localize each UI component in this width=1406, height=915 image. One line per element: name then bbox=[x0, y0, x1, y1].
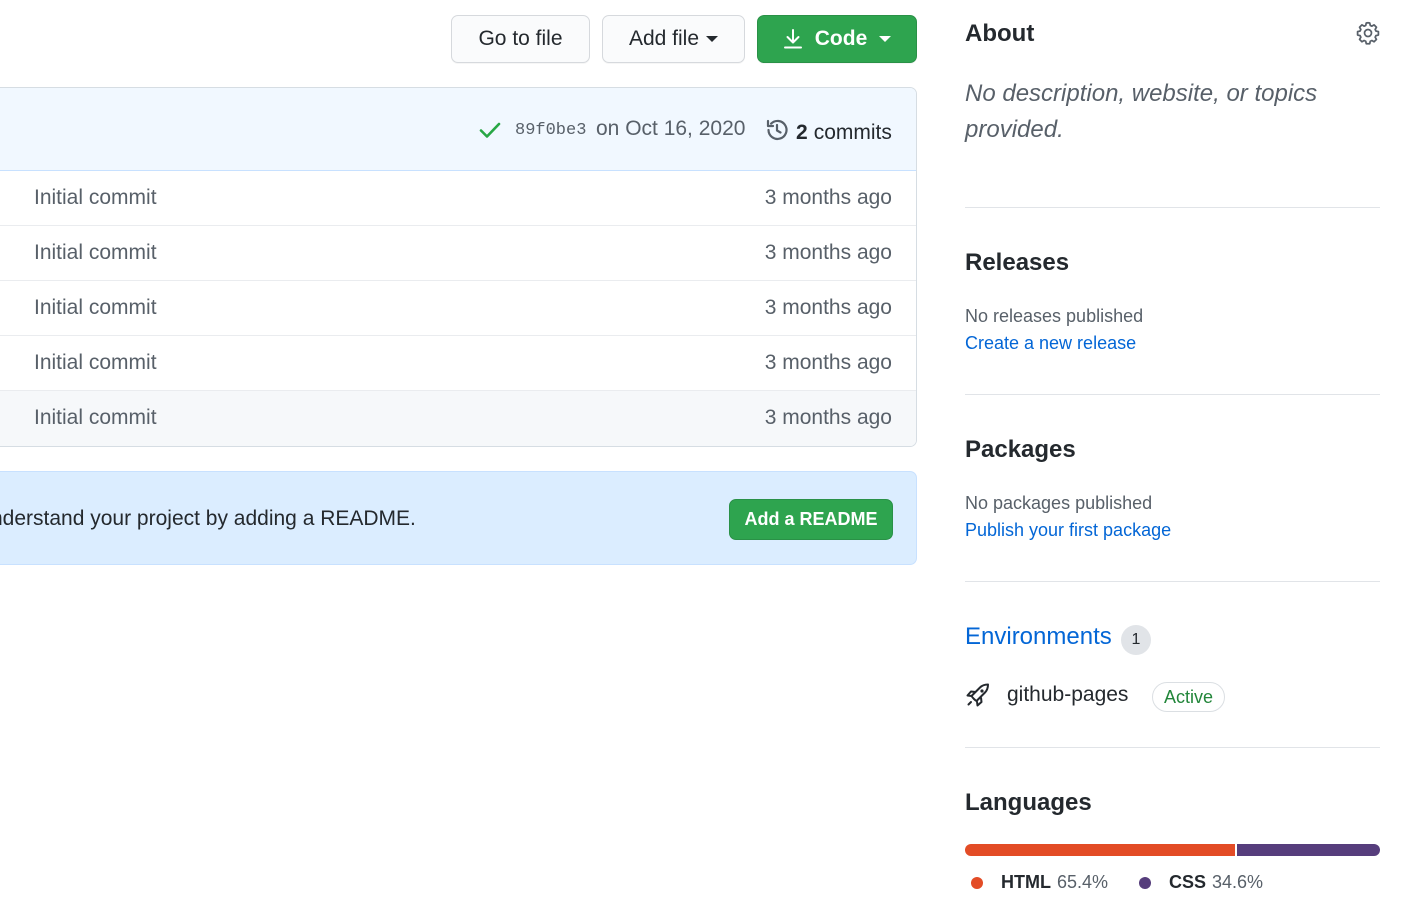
file-list: 89f0be3 on Oct 16, 2020 2 commits Initia… bbox=[0, 87, 917, 447]
file-commit-message[interactable]: Initial commit bbox=[34, 186, 157, 210]
divider bbox=[965, 747, 1380, 748]
file-commit-age: 3 months ago bbox=[764, 351, 892, 374]
divider bbox=[965, 394, 1380, 395]
packages-empty-text: No packages published bbox=[965, 493, 1153, 513]
environment-status-badge: Active bbox=[1152, 682, 1226, 712]
file-commit-age: 3 months ago bbox=[764, 186, 892, 209]
language-name: HTML bbox=[1001, 872, 1051, 892]
environments-count-badge: 1 bbox=[1121, 625, 1151, 655]
rocket-icon bbox=[965, 682, 991, 713]
add-readme-button[interactable]: Add a README bbox=[729, 499, 893, 540]
languages-title: Languages bbox=[965, 789, 1092, 816]
divider bbox=[965, 581, 1380, 582]
releases-empty-text: No releases published bbox=[965, 306, 1144, 326]
releases-title[interactable]: Releases bbox=[965, 249, 1069, 277]
language-color-dot bbox=[1139, 876, 1151, 889]
check-icon[interactable] bbox=[479, 120, 501, 145]
file-commit-message[interactable]: Initial commit bbox=[34, 351, 157, 375]
file-commit-message[interactable]: Initial commit bbox=[34, 406, 157, 430]
file-row[interactable]: Initial commit 3 months ago bbox=[0, 391, 916, 446]
about-title: About bbox=[965, 20, 1035, 47]
language-name: CSS bbox=[1169, 872, 1207, 892]
code-button[interactable]: Code bbox=[757, 15, 917, 63]
readme-prompt-text: nderstand your project by adding a READM… bbox=[0, 507, 416, 530]
download-icon bbox=[783, 28, 803, 50]
file-commit-message[interactable]: Initial commit bbox=[34, 241, 157, 265]
language-item-css[interactable]: CSS 34.6% bbox=[1139, 872, 1263, 893]
go-to-file-button[interactable]: Go to file bbox=[451, 15, 590, 63]
language-percent: 34.6% bbox=[1212, 872, 1264, 892]
go-to-file-label: Go to file bbox=[478, 27, 563, 50]
create-release-link[interactable]: Create a new release bbox=[965, 333, 1136, 354]
commit-date: on Oct 16, 2020 bbox=[596, 117, 746, 140]
commits-label: commits bbox=[813, 120, 892, 144]
file-row[interactable]: Initial commit 3 months ago bbox=[0, 171, 916, 226]
add-file-button[interactable]: Add file bbox=[602, 15, 745, 63]
environment-name-link[interactable]: github-pages bbox=[1007, 683, 1128, 707]
divider bbox=[965, 207, 1380, 208]
file-commit-age: 3 months ago bbox=[764, 406, 892, 429]
publish-package-link[interactable]: Publish your first package bbox=[965, 520, 1171, 541]
gear-icon[interactable] bbox=[1355, 20, 1381, 51]
commit-sha-link[interactable]: 89f0be3 bbox=[515, 121, 586, 140]
caret-down-icon bbox=[879, 36, 892, 42]
latest-commit-bar: 89f0be3 on Oct 16, 2020 2 commits bbox=[0, 88, 916, 171]
code-label: Code bbox=[814, 27, 868, 50]
caret-down-icon bbox=[706, 36, 719, 42]
file-row[interactable]: Initial commit 3 months ago bbox=[0, 281, 916, 336]
commits-count: 2 bbox=[796, 120, 808, 144]
file-commit-age: 3 months ago bbox=[764, 296, 892, 319]
about-description: No description, website, or topics provi… bbox=[965, 80, 1318, 143]
packages-title[interactable]: Packages bbox=[965, 436, 1076, 464]
file-commit-message[interactable]: Initial commit bbox=[34, 296, 157, 320]
add-file-label: Add file bbox=[628, 27, 700, 50]
history-icon bbox=[764, 117, 790, 148]
readme-banner: nderstand your project by adding a READM… bbox=[0, 471, 917, 565]
language-bar-segment-css[interactable] bbox=[1237, 844, 1380, 856]
environments-title[interactable]: Environments bbox=[965, 623, 1112, 651]
commits-link[interactable]: 2 commits bbox=[764, 117, 892, 148]
file-row[interactable]: Initial commit 3 months ago bbox=[0, 226, 916, 281]
language-bar-segment-html[interactable] bbox=[965, 844, 1236, 856]
language-percent: 65.4% bbox=[1056, 872, 1109, 892]
file-row[interactable]: Initial commit 3 months ago bbox=[0, 336, 916, 391]
language-color-dot bbox=[971, 876, 983, 889]
file-commit-age: 3 months ago bbox=[764, 241, 892, 264]
languages-bar bbox=[965, 844, 1380, 856]
language-item-html[interactable]: HTML 65.4% bbox=[971, 872, 1108, 893]
